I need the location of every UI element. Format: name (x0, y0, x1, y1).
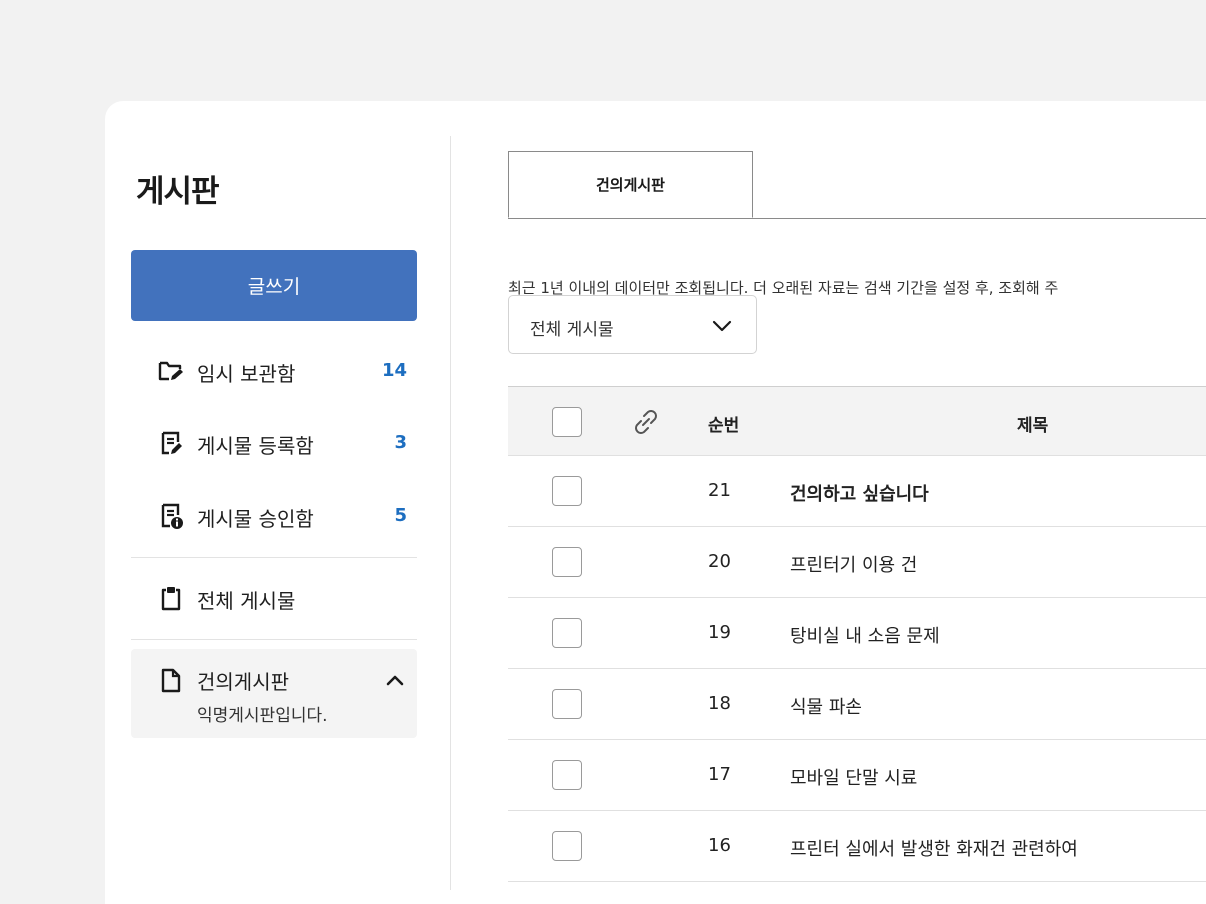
row-title[interactable]: 프린터기 이용 건 (790, 551, 917, 577)
sidebar-item-drafts[interactable]: 임시 보관함 14 (131, 350, 417, 390)
row-checkbox[interactable] (552, 618, 582, 648)
sidebar-item-registered[interactable]: 게시물 등록함 3 (131, 422, 417, 462)
document-edit-icon (157, 430, 185, 456)
sidebar-item-suggestion-board[interactable]: 건의게시판 익명게시판입니다. (131, 649, 417, 738)
row-number: 21 (708, 480, 731, 501)
row-checkbox[interactable] (552, 760, 582, 790)
table-row[interactable]: 16 프린터 실에서 발생한 화재건 관련하여 (508, 811, 1206, 882)
table-row[interactable]: 17 모바일 단말 시료 (508, 740, 1206, 811)
sidebar-item-label: 게시물 승인함 (197, 507, 314, 531)
document-info-icon (157, 503, 185, 529)
write-button[interactable]: 글쓰기 (131, 250, 417, 321)
row-title[interactable]: 모바일 단말 시료 (790, 764, 917, 790)
header-number: 순번 (708, 416, 740, 436)
document-icon (157, 667, 185, 693)
row-checkbox[interactable] (552, 831, 582, 861)
table-header: 순번 제목 (508, 386, 1206, 456)
sidebar-item-label: 전체 게시물 (197, 589, 296, 613)
sidebar-divider (131, 557, 417, 558)
row-title[interactable]: 식물 파손 (790, 693, 862, 719)
row-number: 20 (708, 551, 731, 572)
sidebar-item-label: 게시물 등록함 (197, 434, 314, 458)
row-number: 18 (708, 693, 731, 714)
vertical-separator (450, 136, 451, 890)
row-checkbox[interactable] (552, 689, 582, 719)
count-badge: 5 (394, 505, 407, 526)
chevron-up-icon[interactable] (383, 669, 407, 693)
sidebar-item-all-posts[interactable]: 전체 게시물 (131, 577, 417, 617)
table-row[interactable]: 19 탕비실 내 소음 문제 (508, 598, 1206, 669)
link-icon (628, 404, 664, 440)
row-title[interactable]: 탕비실 내 소음 문제 (790, 622, 940, 648)
select-all-checkbox[interactable] (552, 407, 582, 437)
sidebar-item-label: 건의게시판 (197, 670, 289, 694)
count-badge: 14 (381, 360, 407, 381)
sidebar-item-approval[interactable]: 게시물 승인함 5 (131, 495, 417, 535)
row-number: 16 (708, 835, 731, 856)
row-title[interactable]: 건의하고 싶습니다 (790, 480, 929, 506)
row-title[interactable]: 프린터 실에서 발생한 화재건 관련하여 (790, 835, 1078, 861)
sidebar-item-label: 임시 보관함 (197, 362, 296, 386)
page-title: 게시판 (136, 174, 220, 210)
row-checkbox[interactable] (552, 476, 582, 506)
board-description: 익명게시판입니다. (197, 706, 328, 726)
tab-underline (508, 218, 1206, 219)
header-title: 제목 (1017, 416, 1049, 436)
row-checkbox[interactable] (552, 547, 582, 577)
row-number: 19 (708, 622, 731, 643)
tab-suggestion-board[interactable]: 건의게시판 (508, 151, 753, 218)
window-frame: 게시판 글쓰기 임시 보관함 14 게시물 등록함 3 게시물 승인함 5 전체… (0, 0, 1206, 904)
folder-edit-icon (157, 358, 185, 384)
post-filter-select[interactable]: 전체 게시물 (508, 295, 757, 354)
count-badge: 3 (394, 432, 407, 453)
sidebar-divider (131, 639, 417, 640)
table-row[interactable]: 20 프린터기 이용 건 (508, 527, 1206, 598)
clipboard-icon (157, 585, 185, 611)
table-row[interactable]: 21 건의하고 싶습니다 (508, 456, 1206, 527)
table-row[interactable]: 18 식물 파손 (508, 669, 1206, 740)
select-value: 전체 게시물 (530, 320, 614, 340)
row-number: 17 (708, 764, 731, 785)
chevron-down-icon (709, 313, 735, 339)
